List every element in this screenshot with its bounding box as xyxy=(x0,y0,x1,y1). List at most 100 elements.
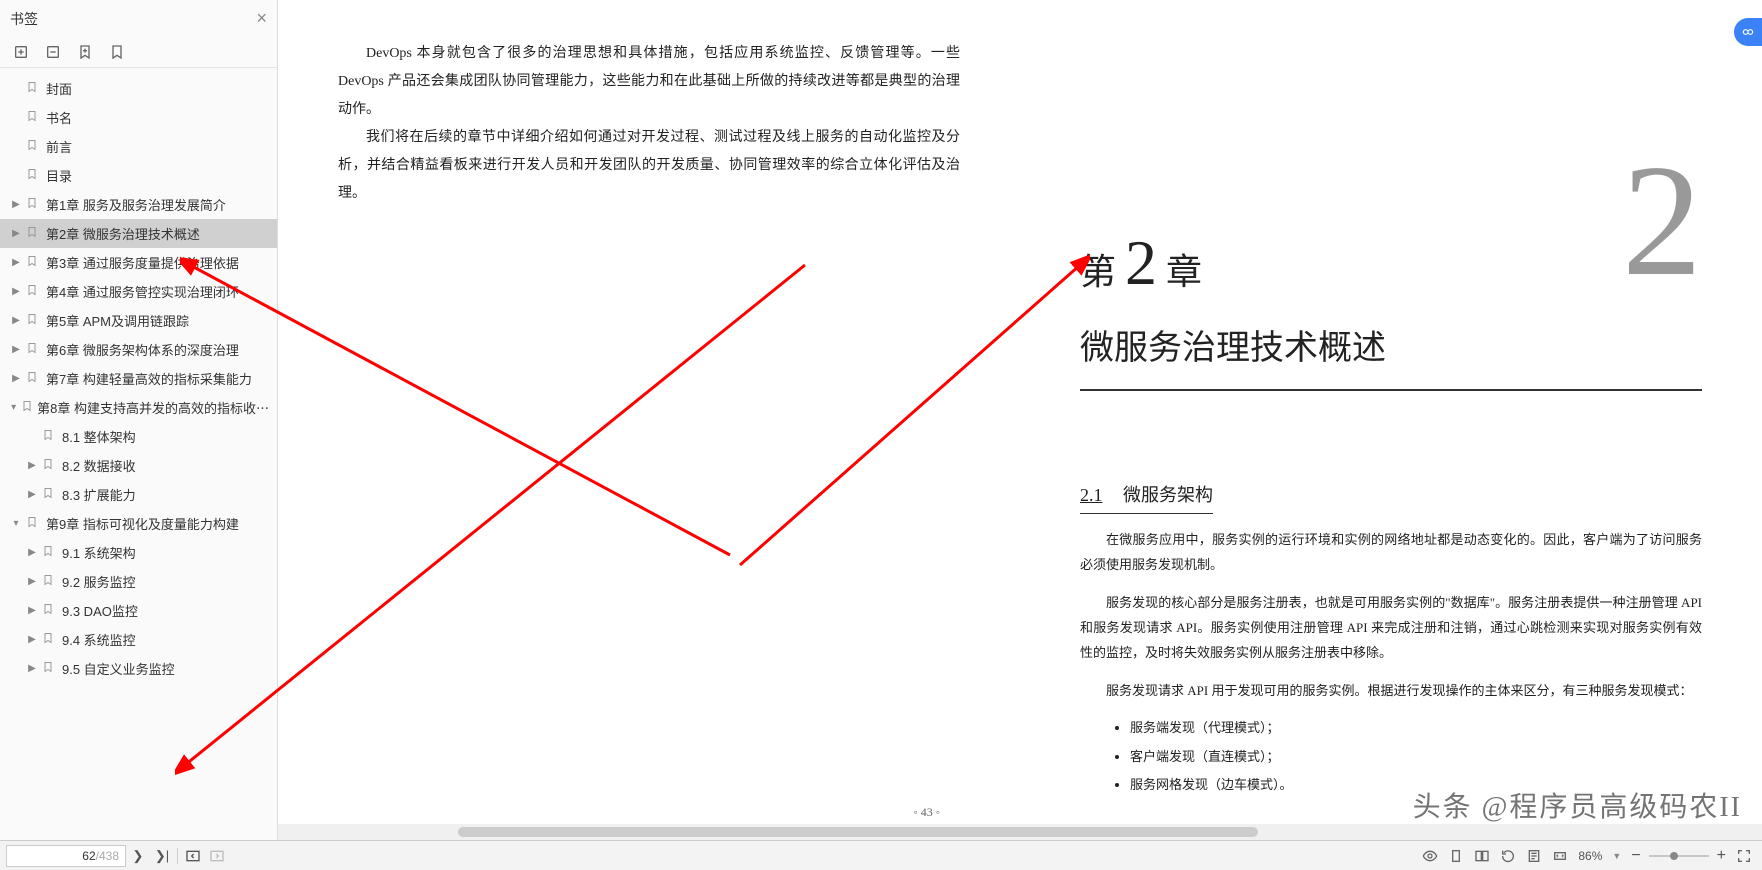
helper-badge-icon[interactable] xyxy=(1734,18,1762,46)
status-bar: 62 /438 ❯ ❯| 86% ▼ − + xyxy=(0,840,1762,870)
bookmark-ribbon-icon xyxy=(26,370,42,387)
page-right: 第 2 章 2 微服务治理技术概述 2.1 微服务架构 在微服务应用中，服务实例… xyxy=(1020,0,1762,840)
bookmark-item[interactable]: ▶第3章 通过服务度量提供治理依据 xyxy=(0,248,277,277)
expand-arrow-icon[interactable]: ▶ xyxy=(10,315,22,326)
bookmark-ribbon-icon xyxy=(42,660,58,677)
bookmark-ribbon-icon xyxy=(26,80,42,97)
bookmark-item[interactable]: ▶第5章 APM及调用链跟踪 xyxy=(0,306,277,335)
body-paragraph: 我们将在后续的章节中详细介绍如何通过对开发过程、测试过程及线上服务的自动化监控及… xyxy=(338,124,960,208)
total-pages: /438 xyxy=(96,849,119,863)
bookmark-ribbon-icon xyxy=(26,167,42,184)
bookmark-item[interactable]: ▶ 9.4 系统监控 xyxy=(0,625,277,654)
scrollbar-thumb[interactable] xyxy=(458,827,1258,837)
zoom-level: 86% xyxy=(1578,849,1602,863)
expand-arrow-icon[interactable]: ▶ xyxy=(26,663,38,674)
expand-arrow-icon[interactable]: ▶ xyxy=(10,199,22,210)
chapter-big-number: 2 xyxy=(1622,140,1702,300)
text-reflow-icon[interactable] xyxy=(1526,848,1542,864)
bookmark-ribbon-icon xyxy=(26,254,42,271)
bookmark-item[interactable]: ▶ 第7章 构建轻量高效的指标采集能力 xyxy=(0,364,277,393)
zoom-dropdown-icon[interactable]: ▼ xyxy=(1612,851,1621,861)
document-viewer: DevOps 本身就包含了很多的治理思想和具体措施，包括应用系统监控、反馈管理等… xyxy=(278,0,1762,840)
bookmark-item[interactable]: 前言 xyxy=(0,132,277,161)
bookmark-item[interactable]: 封面 xyxy=(0,74,277,103)
next-page-button[interactable]: ❯ xyxy=(126,845,150,867)
current-page: 62 xyxy=(13,849,96,863)
bookmark-item[interactable]: ▶第4章 通过服务管控实现治理闭环 xyxy=(0,277,277,306)
bookmark-item[interactable]: 目录 xyxy=(0,161,277,190)
bookmark-item[interactable]: 书名 xyxy=(0,103,277,132)
body-paragraph: 在微服务应用中，服务实例的运行环境和实例的网络地址都是动态变化的。因此，客户端为… xyxy=(1080,528,1702,577)
page-input[interactable]: 62 /438 xyxy=(6,845,126,867)
bookmark-item[interactable]: ▶ 9.2 服务监控 xyxy=(0,567,277,596)
nav-forward-button[interactable] xyxy=(205,845,229,867)
bookmark-label: 9.2 服务监控 xyxy=(62,572,136,591)
expand-arrow-icon[interactable]: ▶ xyxy=(26,460,38,471)
list-item: 服务端发现（代理模式）； xyxy=(1130,714,1702,743)
read-mode-icon[interactable] xyxy=(1422,848,1438,864)
expand-arrow-icon[interactable]: ▾ xyxy=(10,402,17,413)
expand-arrow-icon[interactable]: ▶ xyxy=(26,489,38,500)
bookmark-label: 9.1 系统架构 xyxy=(62,543,136,562)
add-bookmark-icon[interactable] xyxy=(12,43,30,61)
bookmark-item[interactable]: ▶ 8.2 数据接收 xyxy=(0,451,277,480)
zoom-slider[interactable] xyxy=(1649,850,1709,862)
bookmark-ribbon-icon xyxy=(42,486,58,503)
expand-arrow-icon[interactable]: ▶ xyxy=(26,547,38,558)
bookmark-label: 8.2 数据接收 xyxy=(62,456,136,475)
bookmark-icon[interactable] xyxy=(76,43,94,61)
list-item: 客户端发现（直连模式）； xyxy=(1130,743,1702,772)
chapter-suffix: 章 xyxy=(1166,252,1202,292)
horizontal-scrollbar[interactable] xyxy=(278,824,1762,840)
bookmark-item[interactable]: ▶ 第2章 微服务治理技术概述 xyxy=(0,219,277,248)
bookmark-label: 第2章 微服务治理技术概述 xyxy=(46,224,200,243)
sidebar-title: 书签 xyxy=(10,9,38,29)
bookmark-ribbon-icon xyxy=(26,109,42,126)
bookmark-label: 8.3 扩展能力 xyxy=(62,485,136,504)
single-page-icon[interactable] xyxy=(1448,848,1464,864)
bookmark-ribbon-icon xyxy=(42,631,58,648)
expand-arrow-icon[interactable]: ▶ xyxy=(10,257,22,268)
nav-back-button[interactable] xyxy=(181,845,205,867)
expand-arrow-icon[interactable]: ▶ xyxy=(10,228,22,239)
bookmark-item[interactable]: ▶第1章 服务及服务治理发展简介 xyxy=(0,190,277,219)
bookmark-list[interactable]: 封面书名前言目录▶第1章 服务及服务治理发展简介▶第2章 微服务治理技术概述▶第… xyxy=(0,68,277,840)
bookmark-label: 第7章 构建轻量高效的指标采集能力 xyxy=(46,369,252,388)
bookmark-label: 8.1 整体架构 xyxy=(62,427,136,446)
bookmark-label: 9.4 系统监控 xyxy=(62,630,136,649)
bookmark-ribbon-icon xyxy=(26,515,42,532)
bookmark-label: 第9章 指标可视化及度量能力构建 xyxy=(46,514,239,533)
page-left: DevOps 本身就包含了很多的治理思想和具体措施，包括应用系统监控、反馈管理等… xyxy=(278,0,1020,840)
expand-arrow-icon[interactable]: ▶ xyxy=(10,373,22,384)
expand-arrow-icon[interactable]: ▶ xyxy=(26,576,38,587)
expand-arrow-icon[interactable]: ▶ xyxy=(10,286,22,297)
rotate-icon[interactable] xyxy=(1500,848,1516,864)
zoom-out-button[interactable]: − xyxy=(1631,847,1640,865)
fullscreen-icon[interactable] xyxy=(1736,848,1752,864)
separator xyxy=(177,848,178,864)
bookmark-label: 9.3 DAO监控 xyxy=(62,601,138,620)
page-number: ◦ 43 ◦ xyxy=(913,805,940,820)
two-page-icon[interactable] xyxy=(1474,848,1490,864)
bookmark-item[interactable]: ▾第8章 构建支持高并发的高效的指标收⋯ xyxy=(0,393,277,422)
bookmark-item[interactable]: ▶ 9.3 DAO监控 xyxy=(0,596,277,625)
last-page-button[interactable]: ❯| xyxy=(150,845,174,867)
bookmark-item[interactable]: ▶9.5 自定义业务监控 xyxy=(0,654,277,683)
bookmark-item[interactable]: ▶第6章 微服务架构体系的深度治理 xyxy=(0,335,277,364)
bookmark-ribbon-icon xyxy=(42,602,58,619)
expand-arrow-icon[interactable]: ▶ xyxy=(10,344,22,355)
bookmark-item[interactable]: ▾ 第9章 指标可视化及度量能力构建 xyxy=(0,509,277,538)
expand-arrow-icon[interactable]: ▾ xyxy=(10,518,22,529)
expand-arrow-icon[interactable]: ▶ xyxy=(26,605,38,616)
chapter-title: 微服务治理技术概述 xyxy=(1080,320,1702,391)
bookmark-item[interactable]: ▶ 9.1 系统架构 xyxy=(0,538,277,567)
bookmark-outline-icon[interactable] xyxy=(108,43,126,61)
fit-width-icon[interactable] xyxy=(1552,848,1568,864)
bookmark-item[interactable]: ▶ 8.3 扩展能力 xyxy=(0,480,277,509)
close-icon[interactable]: × xyxy=(256,8,267,29)
bookmark-item[interactable]: 8.1 整体架构 xyxy=(0,422,277,451)
expand-arrow-icon[interactable]: ▶ xyxy=(26,634,38,645)
remove-bookmark-icon[interactable] xyxy=(44,43,62,61)
zoom-in-button[interactable]: + xyxy=(1717,847,1726,865)
bookmarks-sidebar: 书签 × 封面书名前言目录▶第1章 服务及服务治理发展简介▶第2章 微服务治理技… xyxy=(0,0,278,840)
